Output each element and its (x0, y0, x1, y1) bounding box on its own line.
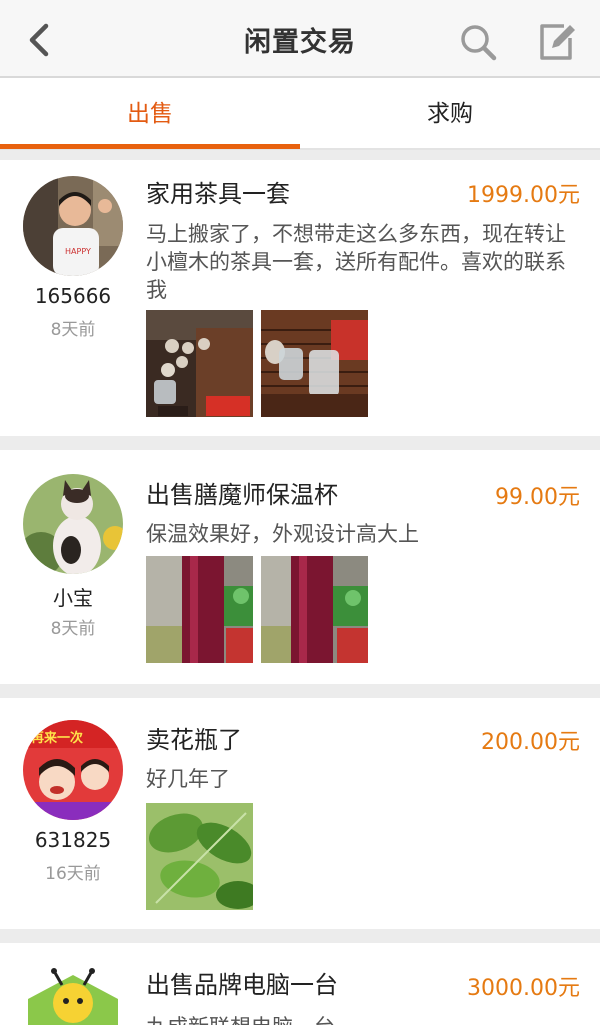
listing-description: 好几年了 (146, 767, 230, 791)
username: 小宝 (53, 586, 93, 610)
edit-icon[interactable] (536, 20, 578, 62)
listing-item[interactable]: 再来一次 631825 16天前 卖花瓶了 200.00元 好几年了 (0, 698, 600, 929)
tab-bar: 出售 求购 (0, 80, 600, 150)
listing-photo[interactable] (146, 310, 253, 417)
svg-text:HAPPY: HAPPY (65, 247, 91, 256)
listing-price: 1999.00元 (467, 183, 580, 208)
listing-photo[interactable] (261, 310, 368, 417)
listing-title: 出售品牌电脑一台 (146, 971, 338, 999)
avatar[interactable] (28, 965, 118, 1025)
listing-title: 卖花瓶了 (146, 726, 242, 754)
listing-description: 马上搬家了，不想带走这么多东西，现在转让小檀木的茶具一套，送所有配件。喜欢的联系… (146, 222, 566, 302)
page-title: 闲置交易 (244, 27, 356, 58)
listing-price: 200.00元 (481, 730, 580, 755)
listing-description: 保温效果好，外观设计高大上 (146, 522, 419, 546)
tab-buy[interactable]: 求购 (300, 80, 600, 150)
search-icon[interactable] (458, 22, 498, 62)
listing-photo[interactable] (146, 556, 253, 663)
divider (0, 150, 600, 160)
svg-text:再来一次: 再来一次 (31, 730, 83, 746)
tab-sell[interactable]: 出售 (0, 80, 300, 150)
active-tab-indicator (0, 144, 300, 149)
listing-price: 99.00元 (495, 485, 580, 510)
post-time: 8天前 (50, 619, 96, 639)
divider (0, 436, 600, 450)
listing-item[interactable]: 小宝 8天前 出售膳魔师保温杯 99.00元 保温效果好，外观设计高大上 (0, 450, 600, 684)
listing-photo[interactable] (146, 803, 253, 910)
username: 631825 (34, 828, 112, 852)
listing-title: 家用茶具一套 (146, 180, 290, 208)
navigation-bar: 闲置交易 (0, 0, 600, 78)
listing-item[interactable]: HAPPY 165666 8天前 家用茶具一套 1999.00元 马上搬家了，不… (0, 160, 600, 436)
listing-photo[interactable] (261, 556, 368, 663)
listing-item[interactable]: 出售品牌电脑一台 3000.00元 九成新联想电脑一台 (0, 943, 600, 1025)
divider (0, 929, 600, 943)
listing-price: 3000.00元 (467, 976, 580, 1001)
post-time: 16天前 (45, 864, 101, 884)
post-time: 8天前 (50, 320, 96, 340)
listing-title: 出售膳魔师保温杯 (146, 481, 338, 509)
username: 165666 (34, 284, 112, 308)
avatar[interactable] (23, 474, 123, 574)
avatar[interactable]: HAPPY (23, 176, 123, 276)
divider (0, 684, 600, 698)
avatar[interactable]: 再来一次 (23, 720, 123, 820)
listing-description: 九成新联想电脑一台 (146, 1013, 576, 1025)
